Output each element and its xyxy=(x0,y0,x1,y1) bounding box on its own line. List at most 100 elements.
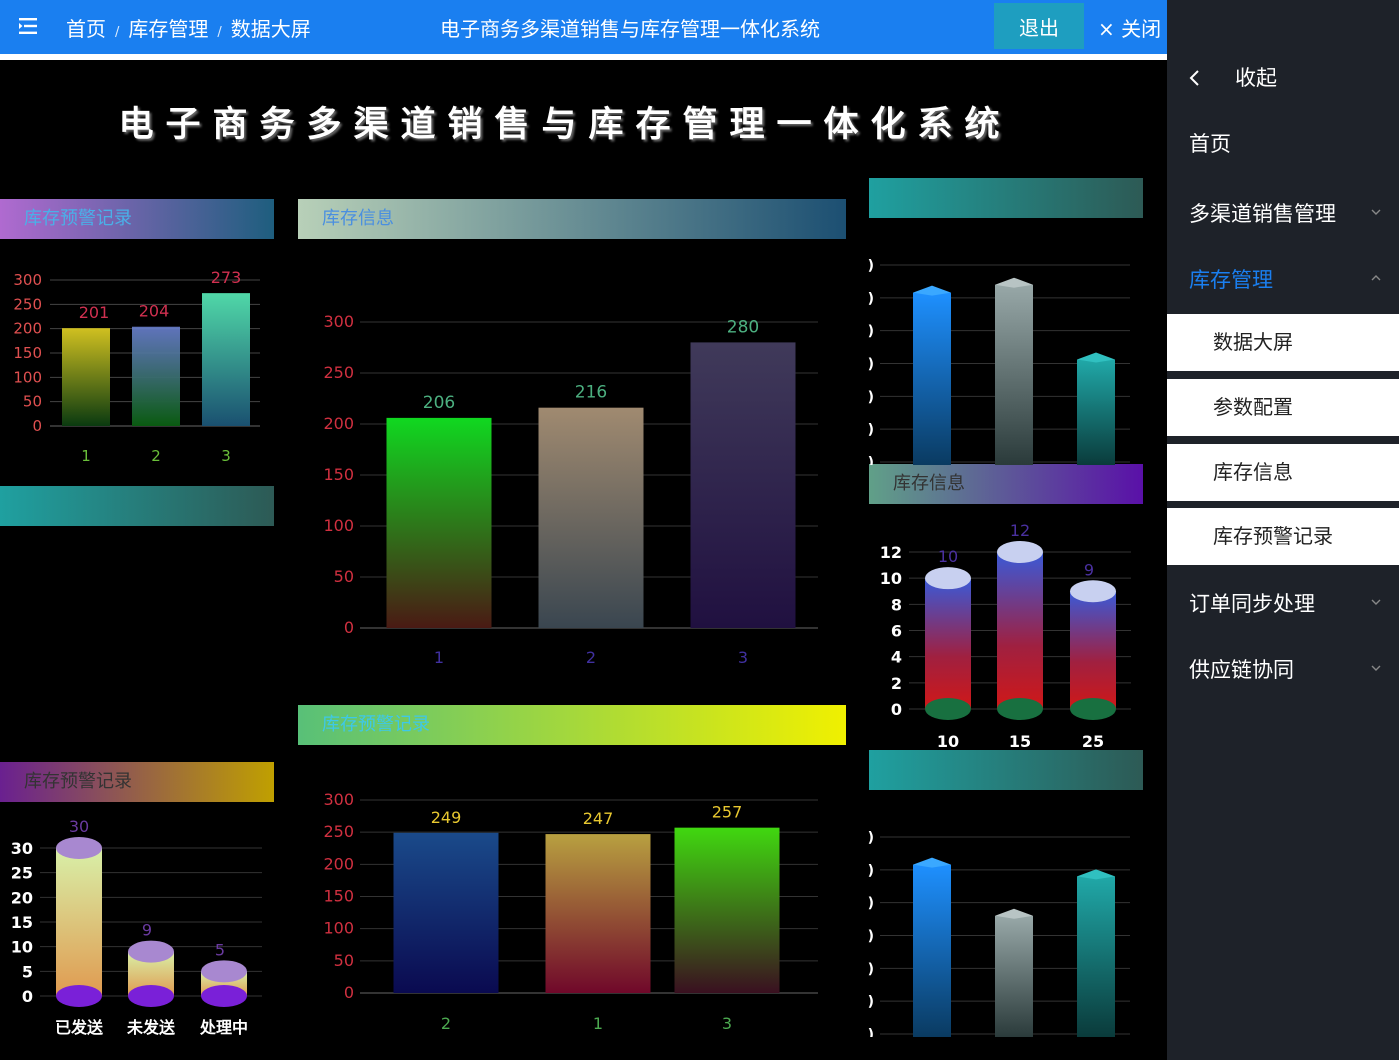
y-tick-label: ) xyxy=(868,291,874,307)
sidebar-subitem-data-screen[interactable]: 数据大屏 xyxy=(1167,314,1399,371)
bar xyxy=(538,407,644,628)
x-tick-label: 已发送 xyxy=(55,1018,104,1037)
data-label: 12 xyxy=(1010,521,1030,540)
y-tick-label: 4 xyxy=(891,648,902,667)
header-divider xyxy=(0,54,1167,60)
breadcrumb-home[interactable]: 首页 xyxy=(66,17,106,41)
sidebar-item-label: 多渠道销售管理 xyxy=(1189,202,1336,226)
sidebar-item-inventory[interactable]: 库存管理 xyxy=(1167,252,1399,308)
cylinder-body xyxy=(56,848,102,996)
bar xyxy=(995,284,1033,465)
chart-svg: 0 2 4 6 8 10 12 10 10 12 15 9 25 xyxy=(880,521,1131,751)
y-tick-label: 50 xyxy=(334,567,354,586)
bar xyxy=(690,342,796,628)
y-tick-label: ) xyxy=(868,389,874,405)
bar xyxy=(132,326,180,426)
sidebar-item-label: 订单同步处理 xyxy=(1189,592,1315,616)
panel-header-left-mid xyxy=(0,486,274,526)
y-tick-label: ) xyxy=(868,422,874,438)
y-tick-label: 200 xyxy=(13,320,42,338)
chevron-down-icon xyxy=(1371,599,1381,605)
data-label: 30 xyxy=(69,817,89,836)
top-bar: 首页 / 库存管理 / 数据大屏 电子商务多渠道销售与库存管理一体化系统 退出 × 关闭 xyxy=(0,0,1167,54)
y-tick-label: ) xyxy=(868,1027,874,1037)
x-tick-label: 3 xyxy=(738,648,748,667)
y-tick-label: 250 xyxy=(323,363,354,382)
y-tick-label: 200 xyxy=(323,854,354,873)
sidebar-subitem-inventory-info[interactable]: 库存信息 xyxy=(1167,444,1399,501)
y-tick-label: 100 xyxy=(323,516,354,535)
bar xyxy=(1077,876,1115,1037)
sidebar-subitem-inventory-warning[interactable]: 库存预警记录 xyxy=(1167,508,1399,565)
y-tick-label: 200 xyxy=(323,414,354,433)
x-tick-label: 1 xyxy=(434,648,444,667)
panel-header-left-bottom: 库存预警记录 xyxy=(0,762,274,802)
y-tick-label: 50 xyxy=(23,393,42,411)
cylinder-base xyxy=(128,985,174,1007)
cylinder-base xyxy=(925,698,971,720)
bar xyxy=(913,292,951,465)
chart-svg: 0 50 100 150 200 250 300 206 1 216 2 280 3 xyxy=(323,312,818,667)
y-tick-label: ) xyxy=(868,830,874,846)
y-tick-label: 30 xyxy=(11,839,33,858)
chart-order-status: 0 5 10 15 20 25 30 30 已发送 9 未发送 5 处理中 xyxy=(0,810,275,1045)
cylinder-base xyxy=(1070,698,1116,720)
sidebar-item-label: 供应链协同 xyxy=(1189,658,1294,682)
y-tick-label: ) xyxy=(868,896,874,912)
sidebar-item-supply-chain[interactable]: 供应链协同 xyxy=(1167,642,1399,698)
sidebar-item-order-sync[interactable]: 订单同步处理 xyxy=(1167,576,1399,632)
cylinder-base xyxy=(56,985,102,1007)
x-tick-label: 1 xyxy=(81,447,91,465)
data-label: 280 xyxy=(727,317,759,337)
cylinder-cap xyxy=(56,837,102,859)
sidebar-item-multichannel-sales[interactable]: 多渠道销售管理 xyxy=(1167,186,1399,242)
panel-header-right-mid: 库存信息 xyxy=(869,464,1143,504)
y-tick-label: 300 xyxy=(323,312,354,331)
chart-svg: ))))))) xyxy=(868,830,1130,1037)
y-tick-label: 250 xyxy=(13,295,42,313)
chart-inventory-warning: 0 50 100 150 200 250 300 249 2 247 1 257 3 xyxy=(300,790,845,1040)
chart-svg: ))))))) xyxy=(868,258,1130,465)
bar xyxy=(995,915,1033,1037)
logout-button[interactable]: 退出 xyxy=(994,3,1084,49)
menu-fold-icon[interactable] xyxy=(18,16,38,36)
chart-right-top-prism: ))))))) xyxy=(860,250,1140,465)
cylinder-base xyxy=(997,698,1043,720)
y-tick-label: 0 xyxy=(891,700,902,719)
sidebar-subitem-parameter-config[interactable]: 参数配置 xyxy=(1167,379,1399,436)
y-tick-label: 150 xyxy=(323,465,354,484)
data-label: 204 xyxy=(139,302,170,321)
chart-inventory-info-cylinder: 0 2 4 6 8 10 12 10 10 12 15 9 25 xyxy=(869,512,1149,752)
chevron-left-icon xyxy=(1189,70,1199,86)
breadcrumb: 首页 / 库存管理 / 数据大屏 xyxy=(66,13,311,42)
y-tick-label: 150 xyxy=(323,887,354,906)
dashboard-title: 电子商务多渠道销售与库存管理一体化系统 xyxy=(118,105,1012,145)
chevron-up-icon xyxy=(1371,275,1381,281)
data-label: 5 xyxy=(215,940,225,959)
cylinder-body xyxy=(925,578,971,709)
sidebar-collapse-button[interactable]: 收起 xyxy=(1167,50,1399,106)
bar xyxy=(393,832,499,993)
y-tick-label: 0 xyxy=(22,987,33,1006)
breadcrumb-inventory[interactable]: 库存管理 xyxy=(128,17,208,41)
y-tick-label: 8 xyxy=(891,595,902,614)
cylinder-cap xyxy=(925,567,971,590)
bar xyxy=(1077,359,1115,465)
y-tick-label: 20 xyxy=(11,888,33,907)
x-tick-label: 15 xyxy=(1009,732,1031,751)
x-tick-label: 2 xyxy=(586,648,596,667)
close-button[interactable]: × 关闭 xyxy=(1098,13,1161,42)
chart-inventory-warning-small: 0 50 100 150 200 250 300 201 1 204 2 273 3 xyxy=(0,262,280,472)
x-tick-label: 2 xyxy=(441,1014,451,1033)
x-tick-label: 未发送 xyxy=(126,1018,176,1037)
sidebar-item-home[interactable]: 首页 xyxy=(1167,116,1399,172)
panel-header-center-top: 库存信息 xyxy=(298,199,846,239)
y-tick-label: ) xyxy=(868,357,874,373)
cylinder-cap xyxy=(128,940,174,963)
y-tick-label: 250 xyxy=(323,822,354,841)
cylinder-cap xyxy=(997,541,1043,563)
chart-svg: 0 50 100 150 200 250 300 201 1 204 2 273 3 xyxy=(13,268,260,465)
bar xyxy=(386,417,492,628)
y-tick-label: 0 xyxy=(344,983,354,1002)
x-tick-label: 3 xyxy=(221,447,231,465)
